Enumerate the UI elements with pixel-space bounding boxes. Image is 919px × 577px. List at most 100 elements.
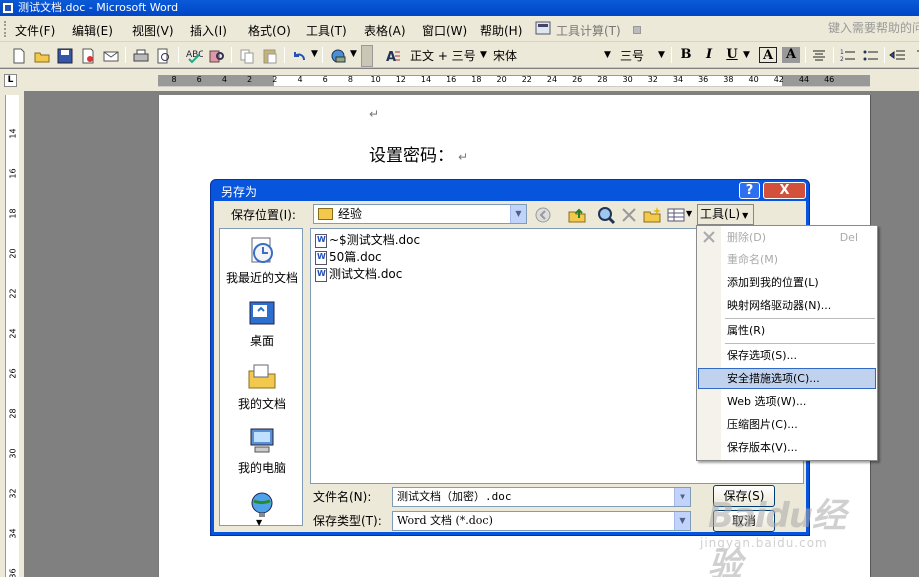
underline-dropdown-arrow[interactable]: ▼ (743, 50, 750, 60)
toolbar-separator (805, 47, 806, 63)
chevron-down-icon[interactable]: ▼ (674, 488, 690, 506)
word-doc-icon (315, 267, 327, 282)
search-web-icon[interactable] (596, 205, 616, 225)
email-icon[interactable] (102, 47, 120, 65)
menu-item-add-to-my-places[interactable]: 添加到我的位置(L) (698, 272, 876, 293)
menu-table[interactable]: 表格(A) (364, 22, 406, 39)
menu-item-save-version[interactable]: 保存版本(V)... (698, 437, 876, 458)
menu-item-map-network-drive[interactable]: 映射网络驱动器(N)... (698, 295, 876, 316)
permission-icon[interactable] (79, 47, 97, 65)
place-desktop[interactable]: 桌面 (220, 298, 304, 349)
font-size-selector[interactable]: 三号 (620, 47, 644, 64)
increase-indent-icon[interactable] (910, 47, 919, 65)
spelling-icon[interactable]: ABC (185, 47, 203, 65)
bullets-icon[interactable] (862, 47, 880, 65)
tab-selector[interactable]: L (4, 74, 17, 87)
place-label: 我的文档 (237, 397, 286, 411)
views-icon[interactable] (666, 205, 686, 225)
filetype-select[interactable]: Word 文档 (*.doc) ▼ (392, 511, 691, 531)
chevron-down-icon[interactable]: ▼ (674, 512, 690, 530)
undo-icon[interactable] (290, 47, 308, 65)
back-icon[interactable] (533, 205, 553, 225)
character-shading-button[interactable]: A (782, 47, 800, 63)
tools-button[interactable]: 工具(L) ▼ (697, 204, 754, 225)
save-in-value: 经验 (338, 207, 363, 221)
horizontal-ruler[interactable]: 8 6 4 2 2 4 6 8 10 12 14 16 18 20 22 24 26 28 30 32 34 36 38 40… (158, 75, 870, 87)
copy-icon[interactable] (238, 47, 256, 65)
ruler-tick-label: 6 (196, 75, 202, 84)
svg-text:A: A (386, 50, 396, 65)
place-my-documents[interactable]: 我的文档 (220, 361, 304, 412)
hyperlink-dropdown-arrow[interactable]: ▼ (350, 49, 357, 59)
help-search-box[interactable]: 键入需要帮助的问 (828, 19, 919, 36)
file-item[interactable]: 50篇.doc (315, 249, 382, 265)
underline-button[interactable]: U (723, 47, 741, 63)
file-name: ~$测试文档.doc (329, 233, 421, 247)
font-size-dropdown-arrow[interactable]: ▼ (658, 50, 665, 60)
undo-dropdown-arrow[interactable]: ▼ (311, 49, 318, 59)
folder-icon (318, 208, 333, 220)
dialog-close-button[interactable]: X (763, 182, 806, 199)
chevron-down-icon[interactable]: ▼ (510, 205, 526, 223)
bold-button[interactable]: B (677, 47, 695, 63)
ruler-tick-label: 4 (297, 75, 303, 84)
menu-item-properties[interactable]: 属性(R) (698, 320, 876, 341)
menu-item-rename: 重命名(M) (698, 249, 876, 270)
place-my-computer[interactable]: 我的电脑 (220, 425, 304, 476)
filename-input[interactable]: 测试文档（加密）.doc ▼ (392, 487, 691, 507)
menu-item-label: 保存版本(V)... (727, 441, 798, 454)
character-border-button[interactable]: A (759, 47, 777, 63)
menu-help[interactable]: 帮助(H) (480, 22, 522, 39)
menu-item-compress-pictures[interactable]: 压缩图片(C)... (698, 414, 876, 435)
menu-window[interactable]: 窗口(W) (422, 22, 467, 39)
menu-edit[interactable]: 编辑(E) (72, 22, 113, 39)
font-selector[interactable]: 宋体 (493, 47, 517, 64)
document-heading: 设置密码： ↵ (369, 141, 468, 166)
place-recent-documents[interactable]: 我最近的文档 (220, 235, 304, 286)
menu-item-label: 保存选项(S)... (727, 349, 798, 362)
style-selector[interactable]: 正文 + 三号 (410, 47, 476, 64)
chevron-down-icon[interactable]: ▼ (256, 518, 262, 527)
print-icon[interactable] (132, 47, 150, 65)
delete-icon[interactable] (619, 205, 639, 225)
paste-icon[interactable] (261, 47, 279, 65)
numbering-icon[interactable]: 12 (839, 47, 857, 65)
print-preview-icon[interactable] (155, 47, 173, 65)
vertical-ruler[interactable]: 14 16 18 20 22 24 26 28 30 32 34 36 (5, 95, 19, 577)
italic-button[interactable]: I (700, 47, 718, 63)
menu-item-security-options[interactable]: 安全措施选项(C)... (698, 368, 876, 389)
menu-item-web-options[interactable]: Web 选项(W)... (698, 391, 876, 412)
research-icon[interactable] (208, 47, 226, 65)
menu-view[interactable]: 视图(V) (132, 22, 174, 39)
menu-item-save-options[interactable]: 保存选项(S)... (698, 345, 876, 366)
open-folder-icon[interactable] (33, 47, 51, 65)
toolbar-options-icon[interactable] (361, 45, 373, 67)
file-item[interactable]: ~$测试文档.doc (315, 232, 420, 248)
my-computer-icon (246, 425, 278, 457)
dialog-help-button[interactable]: ? (739, 182, 760, 199)
menubar-grip[interactable] (4, 21, 8, 37)
hyperlink-icon[interactable] (329, 47, 347, 65)
menu-insert[interactable]: 插入(I) (190, 22, 227, 39)
save-icon[interactable] (56, 47, 74, 65)
font-dropdown-arrow[interactable]: ▼ (604, 50, 611, 60)
menu-format[interactable]: 格式(O) (248, 22, 291, 39)
new-document-icon[interactable] (10, 47, 28, 65)
menu-file[interactable]: 文件(F) (15, 22, 55, 39)
menu-item-label: 映射网络驱动器(N)... (727, 299, 832, 312)
file-item[interactable]: 测试文档.doc (315, 266, 402, 282)
styles-icon[interactable]: A (384, 47, 402, 65)
ruler-tick-label: 8 (347, 75, 353, 84)
ruler-tick-label: 12 (395, 75, 406, 84)
menu-tool-calc[interactable]: 工具计算(T) (556, 22, 621, 39)
decrease-indent-icon[interactable] (889, 47, 907, 65)
style-dropdown-arrow[interactable]: ▼ (480, 50, 487, 60)
paragraph-mark: ↵ (458, 150, 469, 164)
new-folder-icon[interactable] (642, 205, 662, 225)
save-in-combo[interactable]: 经验 ▼ (313, 204, 527, 224)
up-folder-icon[interactable] (567, 205, 587, 225)
ruler-tick-label: 32 (647, 75, 658, 84)
menu-tools[interactable]: 工具(T) (306, 22, 347, 39)
align-center-icon[interactable] (810, 47, 828, 65)
menu-item-label: 删除(D) (727, 231, 767, 244)
